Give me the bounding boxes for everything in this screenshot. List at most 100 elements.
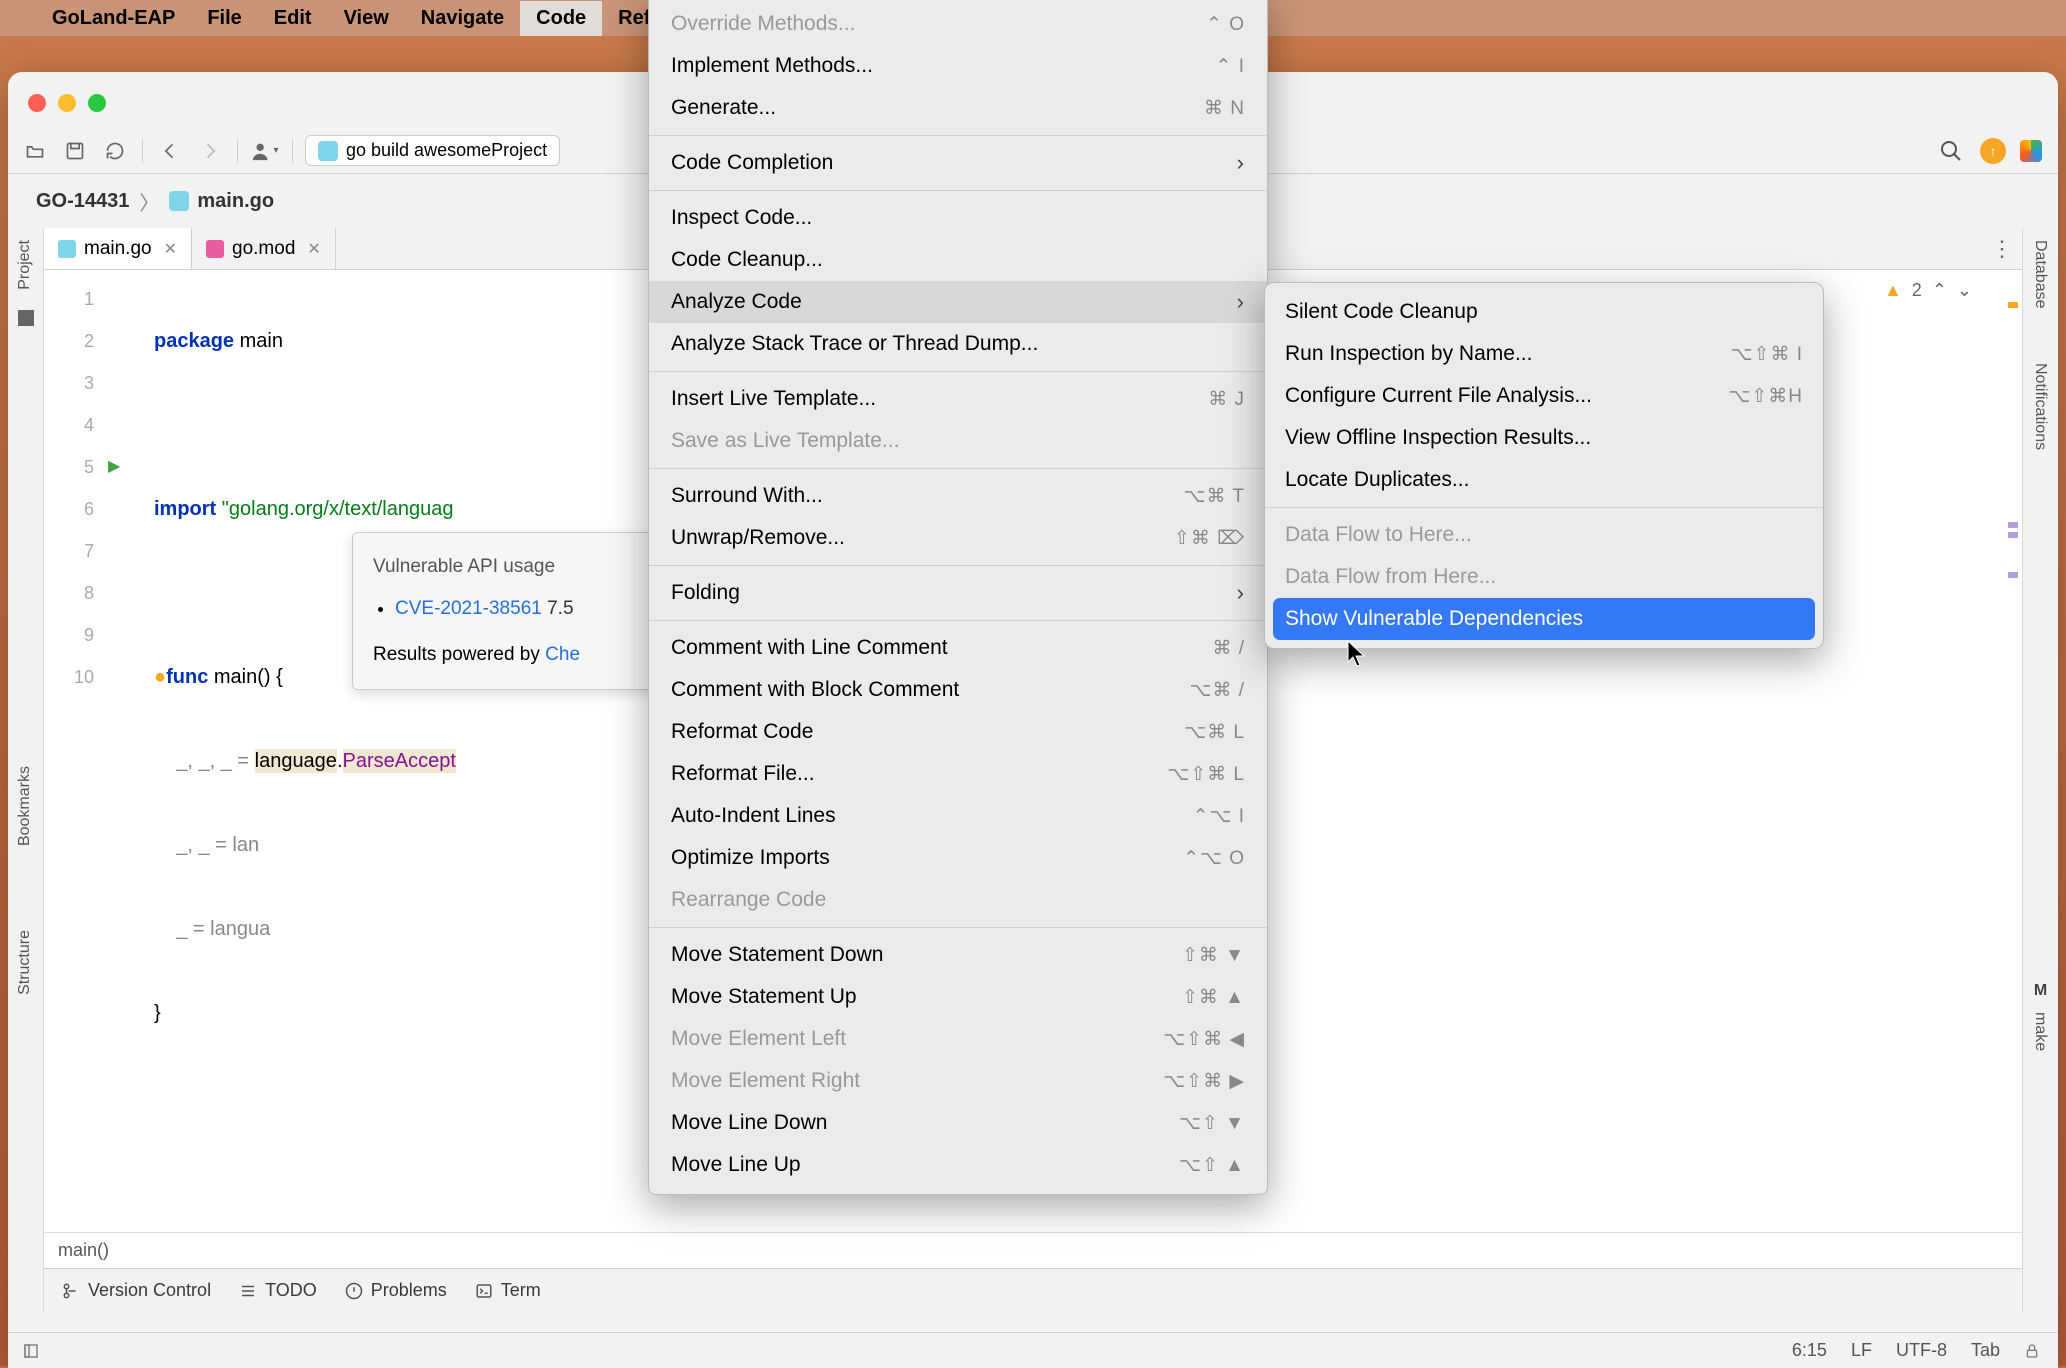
- menu-item[interactable]: Auto-Indent Lines⌃⌥ I: [649, 795, 1267, 837]
- menu-item[interactable]: Comment with Block Comment⌥⌘ /: [649, 669, 1267, 711]
- tab-go-mod[interactable]: go.mod ✕: [192, 228, 336, 269]
- menu-view[interactable]: View: [328, 1, 405, 36]
- ide-plugin-icon[interactable]: [2020, 140, 2042, 162]
- tab-main-go[interactable]: main.go ✕: [44, 228, 192, 269]
- project-crumb[interactable]: GO-14431: [26, 186, 139, 217]
- menu-item[interactable]: Analyze Stack Trace or Thread Dump...: [649, 323, 1267, 365]
- breadcrumb-bottom[interactable]: main(): [44, 1232, 2022, 1268]
- menu-item[interactable]: Reformat Code⌥⌘ L: [649, 711, 1267, 753]
- tool-window-bar: Version Control TODO Problems Term: [44, 1268, 2022, 1312]
- cursor-position[interactable]: 6:15: [1792, 1340, 1827, 1361]
- tooltip-results-label: Results powered by: [373, 644, 545, 665]
- menu-item[interactable]: Move Line Down⌥⇧ ▼: [649, 1102, 1267, 1144]
- menu-item[interactable]: Insert Live Template...⌘ J: [649, 378, 1267, 420]
- menu-item[interactable]: Surround With...⌥⌘ T: [649, 475, 1267, 517]
- menu-file[interactable]: File: [191, 1, 257, 36]
- todo-button[interactable]: TODO: [239, 1280, 317, 1301]
- menu-item[interactable]: Implement Methods...⌃ I: [649, 45, 1267, 87]
- warning-count: 2: [1912, 280, 1922, 301]
- problems-button[interactable]: Problems: [345, 1280, 447, 1301]
- file-crumb[interactable]: main.go: [159, 186, 284, 217]
- indent-setting[interactable]: Tab: [1971, 1340, 2000, 1361]
- notifications-tool-button[interactable]: Notifications: [2023, 351, 2057, 462]
- run-gutter: ▶: [108, 270, 144, 488]
- make-badge: M: [2023, 982, 2058, 1000]
- rail-icon[interactable]: [18, 310, 34, 326]
- tooltip-title: Vulnerable API usage: [373, 549, 651, 585]
- prev-highlight-icon[interactable]: ⌃: [1932, 280, 1947, 301]
- gopher-icon: [318, 141, 338, 161]
- window-controls: [28, 94, 106, 112]
- menu-navigate[interactable]: Navigate: [405, 1, 520, 36]
- readonly-lock-icon[interactable]: [2024, 1342, 2040, 1360]
- breadcrumb-symbol[interactable]: main(): [58, 1240, 109, 1261]
- close-tab-icon[interactable]: ✕: [307, 239, 320, 259]
- submenu-item[interactable]: Locate Duplicates...: [1265, 459, 1823, 501]
- menu-item[interactable]: Comment with Line Comment⌘ /: [649, 627, 1267, 669]
- version-control-button[interactable]: Version Control: [62, 1280, 211, 1301]
- menu-code[interactable]: Code: [520, 1, 602, 36]
- make-tool-button[interactable]: make: [2023, 1000, 2057, 1063]
- menu-item[interactable]: Analyze Code›: [649, 281, 1267, 323]
- menu-item[interactable]: Optimize Imports⌃⌥ O: [649, 837, 1267, 879]
- menu-item[interactable]: Move Statement Down⇧⌘ ▼: [649, 934, 1267, 976]
- warning-icon: ▲: [1884, 280, 1902, 301]
- line-separator[interactable]: LF: [1851, 1340, 1872, 1361]
- submenu-item[interactable]: View Offline Inspection Results...: [1265, 417, 1823, 459]
- run-configuration-dropdown[interactable]: go build awesomeProject: [305, 135, 560, 166]
- tabs-more-icon[interactable]: ⋮: [1991, 236, 2014, 262]
- menu-item[interactable]: Reformat File...⌥⇧⌘ L: [649, 753, 1267, 795]
- submenu-item[interactable]: Run Inspection by Name...⌥⇧⌘ I: [1265, 333, 1823, 375]
- results-link[interactable]: Che: [545, 644, 580, 665]
- close-tab-icon[interactable]: ✕: [164, 239, 177, 259]
- menu-item[interactable]: Move Line Up⌥⇧ ▲: [649, 1144, 1267, 1186]
- update-available-icon[interactable]: ↑: [1980, 138, 2006, 164]
- close-window-button[interactable]: [28, 94, 46, 112]
- go-file-icon: [58, 240, 76, 258]
- bookmarks-tool-button[interactable]: Bookmarks: [8, 754, 42, 858]
- inspection-widget[interactable]: ▲ 2 ⌃ ⌄: [1884, 280, 1972, 301]
- tool-window-toggle-icon[interactable]: [22, 1343, 40, 1359]
- navigation-bar: GO-14431 〉 main.go: [26, 174, 284, 228]
- analyze-code-submenu: Silent Code CleanupRun Inspection by Nam…: [1264, 282, 1824, 649]
- open-icon[interactable]: [20, 136, 50, 166]
- submenu-item: Data Flow to Here...: [1265, 514, 1823, 556]
- reload-icon[interactable]: [100, 136, 130, 166]
- menu-item: Save as Live Template...: [649, 420, 1267, 462]
- menu-item[interactable]: Code Cleanup...: [649, 239, 1267, 281]
- structure-tool-button[interactable]: Structure: [8, 918, 42, 1007]
- run-config-label: go build awesomeProject: [346, 140, 547, 161]
- submenu-item[interactable]: Configure Current File Analysis...⌥⇧⌘H: [1265, 375, 1823, 417]
- submenu-item[interactable]: Silent Code Cleanup: [1265, 291, 1823, 333]
- submenu-item[interactable]: Show Vulnerable Dependencies: [1273, 598, 1815, 640]
- menu-edit[interactable]: Edit: [258, 1, 328, 36]
- breadcrumb-separator: 〉: [139, 187, 159, 216]
- menu-item: Move Element Left⌥⇧⌘ ◀: [649, 1018, 1267, 1060]
- menu-item[interactable]: Move Statement Up⇧⌘ ▲: [649, 976, 1267, 1018]
- run-line-icon[interactable]: ▶: [108, 446, 144, 488]
- file-encoding[interactable]: UTF-8: [1896, 1340, 1947, 1361]
- right-tool-rail: Database Notifications M make: [2022, 228, 2058, 1312]
- menu-item[interactable]: Inspect Code...: [649, 197, 1267, 239]
- menu-item[interactable]: Unwrap/Remove...⇧⌘ ⌦: [649, 517, 1267, 559]
- left-tool-rail: Project Bookmarks Structure: [8, 228, 44, 1312]
- back-icon[interactable]: [155, 136, 185, 166]
- terminal-button[interactable]: Term: [475, 1280, 541, 1301]
- user-menu-icon[interactable]: ▾: [250, 136, 280, 166]
- project-tool-button[interactable]: Project: [8, 228, 42, 302]
- next-highlight-icon[interactable]: ⌄: [1957, 280, 1972, 301]
- database-tool-button[interactable]: Database: [2023, 228, 2057, 321]
- menu-item: Move Element Right⌥⇧⌘ ▶: [649, 1060, 1267, 1102]
- forward-icon[interactable]: [195, 136, 225, 166]
- save-icon[interactable]: [60, 136, 90, 166]
- search-icon[interactable]: [1936, 136, 1966, 166]
- cve-link[interactable]: CVE-2021-38561: [395, 598, 542, 619]
- app-name: GoLand-EAP: [52, 7, 175, 30]
- menu-item[interactable]: Folding›: [649, 572, 1267, 614]
- submenu-item: Data Flow from Here...: [1265, 556, 1823, 598]
- maximize-window-button[interactable]: [88, 94, 106, 112]
- menu-item[interactable]: Code Completion›: [649, 142, 1267, 184]
- menu-item[interactable]: Generate...⌘ N: [649, 87, 1267, 129]
- minimize-window-button[interactable]: [58, 94, 76, 112]
- tab-label: go.mod: [232, 238, 295, 260]
